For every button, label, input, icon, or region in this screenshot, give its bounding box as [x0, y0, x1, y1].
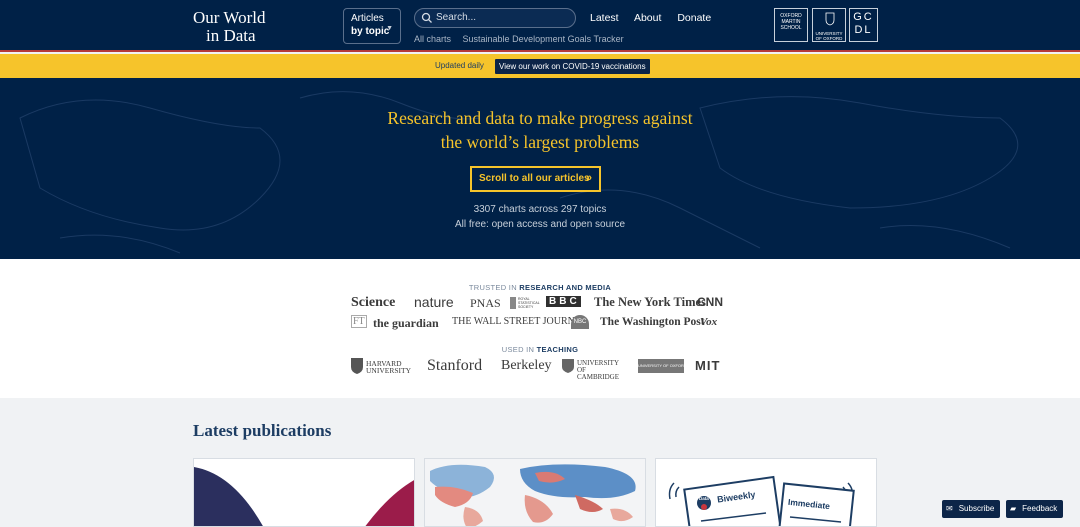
publication-card-3[interactable]: Data Biweekly Immediate: [655, 458, 877, 527]
envelope-icon: ✉: [946, 504, 953, 513]
card-3-data-label: Data: [699, 496, 709, 501]
cnn-logo: CNN: [697, 295, 723, 309]
gcdl-logo[interactable]: GC DL: [849, 8, 878, 42]
search-placeholder: Search...: [436, 12, 477, 23]
guardian-logo: the guardian: [373, 316, 439, 330]
berkeley-logo: Berkeley: [501, 358, 552, 373]
subscribe-button[interactable]: ✉ Subscribe: [942, 500, 1001, 518]
harvard-shield-icon: [351, 358, 363, 374]
science-logo: Science: [351, 295, 396, 310]
nav-donate-link[interactable]: Donate: [677, 12, 711, 24]
chart-count-stat: 3307 charts across 297 topics: [473, 204, 607, 215]
royal-statistical-society-logo: ROYAL STATISTICAL SOCIETY: [510, 297, 542, 309]
nav-about-link[interactable]: About: [634, 12, 661, 24]
main-nav: Latest About Donate: [590, 12, 724, 24]
stanford-logo: Stanford: [427, 357, 483, 374]
publication-card-2[interactable]: [424, 458, 646, 527]
trusted-kicker: TRUSTED IN RESEARCH AND MEDIA: [468, 283, 612, 292]
search-input[interactable]: Search...: [414, 8, 576, 28]
scroll-to-articles-button[interactable]: Scroll to all our articles »: [470, 166, 601, 192]
harvard-logo: HARVARD UNIVERSITY: [366, 359, 411, 375]
chevron-down-icon: ▼: [386, 25, 393, 32]
cambridge-shield-icon: [562, 359, 574, 373]
mit-logo: MIT: [695, 358, 721, 373]
covid-vaccinations-button[interactable]: View our work on COVID-19 vaccinations: [495, 59, 650, 74]
sub-navigation: All charts Sustainable Development Goals…: [414, 34, 633, 44]
site-header: Our World in Data Articles by topic ▼ Se…: [0, 0, 1080, 52]
hero-headline: Research and data to make progress again…: [0, 106, 1080, 154]
sdg-tracker-link[interactable]: Sustainable Development Goals Tracker: [463, 34, 624, 44]
trusted-section: TRUSTED IN RESEARCH AND MEDIA Science na…: [0, 259, 1080, 398]
logo-line-1: Our World: [193, 8, 266, 27]
teaching-kicker: USED IN TEACHING: [501, 345, 579, 354]
nav-latest-link[interactable]: Latest: [590, 12, 619, 24]
double-chevron-down-icon: »: [585, 172, 592, 184]
site-logo[interactable]: Our World in Data: [193, 9, 265, 45]
washington-post-logo: The Washington Post: [600, 316, 705, 328]
publication-card-1[interactable]: [193, 458, 415, 527]
pnas-logo: PNAS: [470, 296, 501, 310]
updated-daily-label: Updated daily: [435, 61, 484, 70]
feedback-button[interactable]: ▰ Feedback: [1006, 500, 1064, 518]
hero-section: Research and data to make progress again…: [0, 78, 1080, 259]
oxford-martin-school-logo[interactable]: OXFORD MARTIN SCHOOL: [774, 8, 808, 42]
headline-line-2: the world’s largest problems: [440, 132, 640, 152]
search-icon: [421, 12, 432, 23]
card-1-thumbnail: [194, 467, 414, 526]
headline-line-1: Research and data to make progress again…: [387, 108, 693, 128]
vox-logo: Vox: [700, 316, 718, 328]
bbc-logo: BBC: [546, 296, 581, 307]
card-3-newsletter-thumbnail: [668, 475, 855, 526]
articles-by-topic-button[interactable]: Articles by topic ▼: [343, 8, 401, 44]
oxford-university-logo: UNIVERSITY OF OXFORD: [638, 359, 687, 373]
ft-logo: FT: [351, 315, 367, 328]
announcement-banner: Updated daily View our work on COVID-19 …: [0, 54, 1080, 78]
card-2-world-map-thumbnail: [425, 459, 645, 526]
nyt-logo: The New York Times: [594, 295, 706, 309]
open-access-stat: All free: open access and open source: [454, 219, 626, 230]
university-of-oxford-logo[interactable]: UNIVERSITY OF OXFORD: [812, 8, 846, 42]
all-charts-link[interactable]: All charts: [414, 34, 451, 44]
scroll-button-label: Scroll to all our articles: [479, 173, 590, 184]
wsj-logo: THE WALL STREET JOURNAL: [452, 316, 589, 327]
nbc-logo: NBC: [571, 315, 589, 329]
nature-logo: nature: [414, 294, 454, 310]
latest-publications-heading: Latest publications: [193, 421, 332, 440]
comment-icon: ▰: [1010, 504, 1017, 513]
oxford-crest-icon: [825, 12, 835, 26]
logo-line-2: in Data: [206, 26, 256, 45]
cambridge-logo: UNIVERSITY OF CAMBRIDGE: [577, 359, 620, 381]
